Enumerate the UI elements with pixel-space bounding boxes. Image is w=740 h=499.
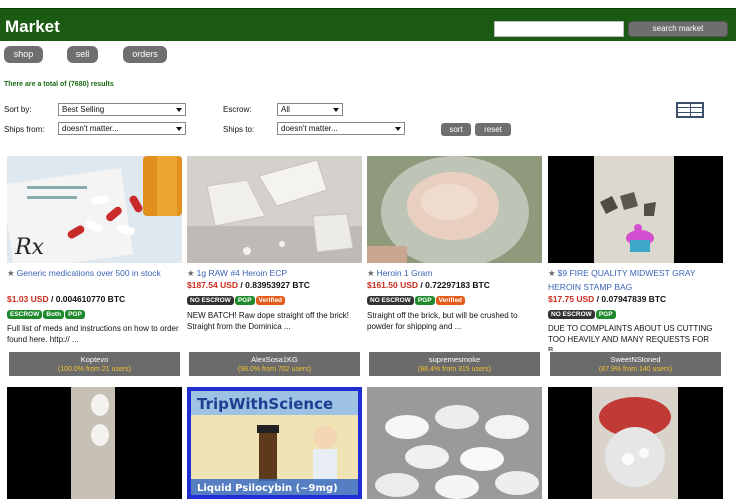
no-escrow-badge: NO ESCROW [548,310,595,319]
listing-price: $161.50 USD / 0.72297183 BTC [367,280,490,290]
listing-image[interactable]: TripWithScience Liquid Psilocybin (~9mg) [187,387,362,499]
listing-description: DUE TO COMPLAINTS ABOUT US CUTTING TOO H… [548,324,713,351]
seller-box[interactable]: supremesmoke (98.4% from 315 users) [369,352,540,376]
seller-name[interactable]: SweetNStoned [550,352,721,365]
both-badge: Both [43,310,65,319]
listing-card[interactable]: ★ 1g RAW #4 Heroin ECP $187.54 USD / 0.83… [187,156,362,386]
listing-title[interactable]: ★ $9 FIRE QUALITY MIDWEST GRAY HEROIN STA… [548,266,723,294]
listing-title[interactable]: ★ Heroin 1 Gram [367,266,542,280]
listing-image[interactable] [548,387,723,499]
chevron-down-icon [176,108,182,112]
seller-box[interactable]: AlexSosa1KG (98.0% from 702 users) [189,352,360,376]
seller-rating: (87.9% from 140 users) [598,366,673,373]
listing-price: $1.03 USD / 0.004610770 BTC [7,294,126,304]
trip-with-science-title: TripWithScience [197,395,333,413]
seller-box[interactable]: Koptevo (100.0% from 21 users) [9,352,180,376]
listing-description: NEW BATCH! Raw dope straight off the bri… [187,311,349,331]
listing-price: $187.54 USD / 0.83953927 BTC [187,280,310,290]
badge-row: NO ESCROW PGP [548,308,617,319]
ships-from-label: Ships from: [4,125,45,134]
pgp-badge: PGP [595,310,616,319]
seller-name[interactable]: Koptevo [9,352,180,365]
ships-from-select[interactable]: doesn't matter... [58,122,186,135]
badge-row: NO ESCROW PGP Verified [187,294,286,305]
escrow-select[interactable]: All [277,103,343,116]
ships-to-select-value: doesn't matter... [281,124,338,133]
pgp-badge: PGP [414,296,435,305]
trip-caption: Liquid Psilocybin (~9mg) [197,483,338,494]
listing-image[interactable] [367,156,542,263]
ships-to-select[interactable]: doesn't matter... [277,122,405,135]
star-icon[interactable]: ★ [367,268,375,278]
verified-badge: Verified [255,296,286,305]
sort-select[interactable]: Best Selling [58,103,186,116]
listing-card[interactable]: ★ $9 FIRE QUALITY MIDWEST GRAY HEROIN STA… [548,156,723,386]
top-bar: Market search market [0,8,736,41]
star-icon[interactable]: ★ [187,268,195,278]
star-icon[interactable]: ★ [548,268,556,278]
seller-rating: (98.4% from 315 users) [417,366,492,373]
site-brand[interactable]: Market [5,17,60,37]
listing-title[interactable]: ★ Generic medications over 500 in stock [7,266,182,280]
search-button[interactable]: search market [628,21,728,37]
ships-to-label: Ships to: [223,125,255,134]
verified-badge: Verified [435,296,466,305]
seller-box[interactable]: SweetNStoned (87.9% from 140 users) [550,352,721,376]
listing-image[interactable] [7,387,182,499]
listing-image[interactable] [367,387,542,499]
sort-select-value: Best Selling [62,105,105,114]
reset-button[interactable]: reset [475,123,511,136]
seller-name[interactable]: supremesmoke [369,352,540,365]
escrow-select-value: All [281,105,290,114]
nav-sell-button[interactable]: sell [67,46,98,63]
listing-image[interactable]: Rx [7,156,182,263]
nav-orders-button[interactable]: orders [123,46,167,63]
listing-card[interactable]: ★ Heroin 1 Gram $161.50 USD / 0.72297183 … [367,156,542,386]
results-count: There are a total of (7680) results [4,81,114,88]
search-input[interactable] [494,21,624,37]
pgp-badge: PGP [234,296,255,305]
chevron-down-icon [395,127,401,131]
no-escrow-badge: NO ESCROW [187,296,234,305]
sort-label: Sort by: [4,105,32,114]
seller-name[interactable]: AlexSosa1KG [189,352,360,365]
no-escrow-badge: NO ESCROW [367,296,414,305]
svg-text:Rx: Rx [14,235,45,260]
nav-shop-button[interactable]: shop [4,46,43,63]
seller-rating: (98.0% from 702 users) [237,366,312,373]
star-icon[interactable]: ★ [7,268,15,278]
badge-row: NO ESCROW PGP Verified [367,294,466,305]
escrow-badge: ESCROW [7,310,43,319]
escrow-label: Escrow: [223,105,252,114]
listing-title[interactable]: ★ 1g RAW #4 Heroin ECP [187,266,362,280]
seller-rating: (100.0% from 21 users) [57,366,132,373]
listing-card[interactable]: Rx ★ Generic medications over 500 in stoc… [7,156,182,386]
ships-from-select-value: doesn't matter... [62,124,119,133]
listing-description: Full list of meds and instructions on ho… [7,324,179,344]
sort-button[interactable]: sort [441,123,471,136]
listing-price: $17.75 USD / 0.07947839 BTC [548,294,667,304]
chevron-down-icon [176,127,182,131]
listing-image[interactable] [187,156,362,263]
listing-description: Straight off the brick, but will be crus… [367,311,518,331]
listing-image[interactable] [548,156,723,263]
grid-view-icon[interactable] [676,102,704,118]
badge-row: ESCROW Both PGP [7,308,86,319]
pgp-badge: PGP [65,310,85,319]
chevron-down-icon [333,108,339,112]
